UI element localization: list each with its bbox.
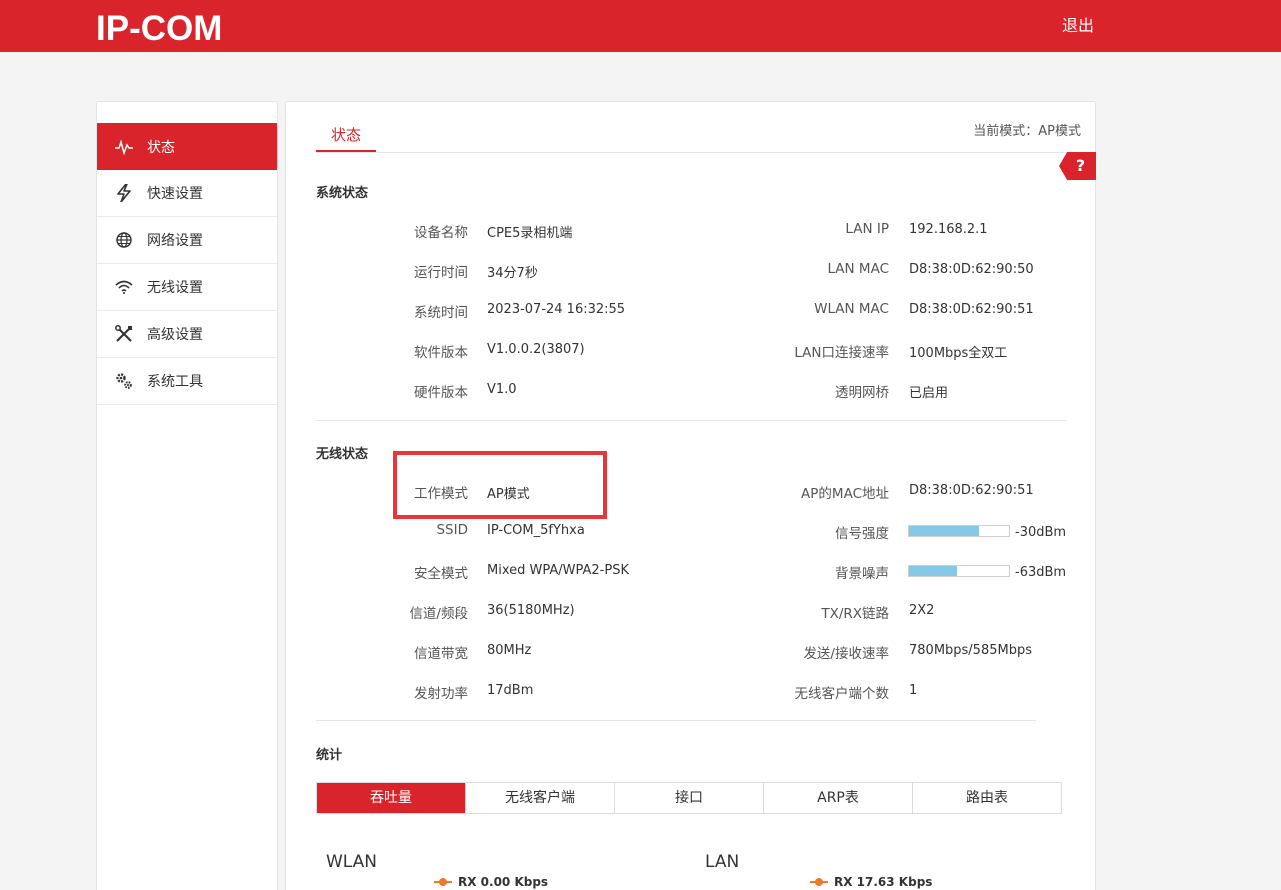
wifi-icon: [114, 277, 134, 297]
sidebar-item-label: 状态: [147, 139, 175, 156]
row-label: 发送/接收速率: [803, 646, 889, 662]
row-value: 192.168.2.1: [909, 222, 988, 237]
row-value: IP-COM_5fYhxa: [487, 523, 585, 538]
chart-title-wlan: WLAN: [326, 852, 378, 872]
row-value: 36(5180MHz): [487, 603, 575, 618]
sidebar-item-label: 无线设置: [147, 280, 203, 296]
tools-icon: [114, 324, 134, 344]
brand-logo: IP-COM: [96, 9, 223, 48]
row-label: 信道/频段: [409, 606, 468, 622]
row-label: LAN IP: [845, 221, 889, 237]
sidebar-item-quick-setup[interactable]: 快速设置: [97, 170, 277, 217]
tab-status[interactable]: 状态: [316, 118, 376, 153]
gears-icon: [114, 371, 134, 391]
stats-tab-bar: 吞吐量 无线客户端 接口 ARP表 路由表: [316, 782, 1062, 814]
row-value: AP模式: [487, 487, 530, 502]
row-label: 信号强度: [835, 526, 889, 542]
chart-legend-lan: RX 17.63 Kbps: [810, 875, 932, 889]
row-value: 34分7秒: [487, 266, 538, 281]
row-label: LAN MAC: [827, 261, 889, 277]
tab-arp-table[interactable]: ARP表: [764, 783, 913, 813]
tab-wireless-clients[interactable]: 无线客户端: [466, 783, 615, 813]
sidebar-item-label: 高级设置: [147, 327, 203, 343]
row-label: 软件版本: [414, 345, 468, 361]
row-label: 系统时间: [414, 305, 468, 321]
row-label: SSID: [436, 522, 468, 538]
noise-level-fill: [909, 566, 957, 576]
lightning-icon: [114, 183, 134, 203]
chart-title-lan: LAN: [705, 852, 740, 872]
row-value: 2023-07-24 16:32:55: [487, 302, 626, 317]
chart-legend-wlan: RX 0.00 Kbps: [434, 875, 548, 889]
section-title-wireless: 无线状态: [316, 447, 369, 462]
row-value: V1.0: [487, 382, 517, 397]
row-label: 设备名称: [414, 225, 468, 241]
row-label: WLAN MAC: [814, 301, 889, 317]
legend-line-marker-icon: [434, 877, 452, 887]
row-label: 无线客户端个数: [794, 686, 890, 702]
section-title-stats: 统计: [316, 748, 343, 763]
help-button[interactable]: ?: [1059, 152, 1096, 180]
row-value: Mixed WPA/WPA2-PSK: [487, 563, 629, 578]
current-mode-text: 当前模式：AP模式: [973, 124, 1081, 139]
sidebar-item-label: 网络设置: [147, 233, 203, 249]
top-bar: IP-COM 退出: [0, 0, 1281, 52]
row-value: D8:38:0D:62:90:51: [909, 302, 1034, 317]
signal-strength-fill: [909, 526, 979, 536]
sidebar-item-status[interactable]: 状态: [97, 123, 277, 170]
row-label: 透明网桥: [835, 385, 889, 401]
row-label: 硬件版本: [414, 385, 468, 401]
signal-strength-bar: [908, 525, 1010, 537]
row-value: 17dBm: [487, 683, 534, 698]
tab-route-table[interactable]: 路由表: [913, 783, 1061, 813]
row-label: 发射功率: [414, 686, 468, 702]
row-label: AP的MAC地址: [801, 486, 889, 502]
row-value: 80MHz: [487, 643, 532, 658]
row-label: 安全模式: [414, 566, 468, 582]
tab-interfaces[interactable]: 接口: [615, 783, 764, 813]
section-divider: [316, 420, 1066, 421]
sidebar-item-network[interactable]: 网络设置: [97, 217, 277, 264]
row-label: 运行时间: [414, 265, 468, 281]
row-label: TX/RX链路: [821, 606, 889, 622]
sidebar-item-wireless[interactable]: 无线设置: [97, 264, 277, 311]
logout-link[interactable]: 退出: [1062, 12, 1094, 36]
noise-level-bar: [908, 565, 1010, 577]
row-value: D8:38:0D:62:90:50: [909, 262, 1034, 277]
row-value: 1: [909, 683, 918, 698]
sidebar-item-label: 系统工具: [147, 374, 203, 390]
globe-icon: [114, 230, 134, 250]
sidebar: 状态 快速设置 网络设置 无线设置 高级设置 系统工具: [96, 101, 278, 890]
row-value: D8:38:0D:62:90:51: [909, 483, 1034, 498]
row-value: 780Mbps/585Mbps: [909, 643, 1032, 658]
row-value: -30dBm: [1015, 525, 1067, 540]
row-label: 信道带宽: [414, 646, 468, 662]
row-value: 2X2: [909, 603, 935, 618]
sidebar-item-system-tools[interactable]: 系统工具: [97, 358, 277, 405]
section-divider: [316, 720, 1036, 721]
row-value: 已启用: [909, 386, 949, 401]
sidebar-item-advanced[interactable]: 高级设置: [97, 311, 277, 358]
main-panel: 状态 当前模式：AP模式 ? 系统状态 设备名称 CPE5录相机端 LAN IP…: [285, 101, 1096, 890]
row-label: 背景噪声: [835, 566, 889, 582]
pulse-icon: [114, 137, 134, 157]
row-value: CPE5录相机端: [487, 226, 573, 241]
legend-line-marker-icon: [810, 877, 828, 887]
section-title-system: 系统状态: [316, 186, 369, 201]
legend-label: RX 0.00 Kbps: [458, 875, 549, 889]
sidebar-item-label: 快速设置: [147, 186, 203, 202]
tab-underline: [316, 152, 1067, 153]
row-value: V1.0.0.2(3807): [487, 342, 585, 357]
tab-throughput[interactable]: 吞吐量: [317, 783, 466, 813]
row-label: LAN口连接速率: [794, 345, 889, 361]
row-value: 100Mbps全双工: [909, 346, 1008, 361]
legend-label: RX 17.63 Kbps: [834, 875, 933, 889]
row-value: -63dBm: [1015, 565, 1067, 580]
row-label: 工作模式: [414, 486, 468, 502]
